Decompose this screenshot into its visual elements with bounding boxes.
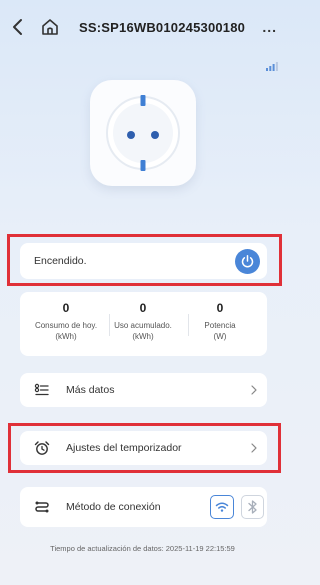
power-status-label: Encendido. [34, 255, 87, 267]
stat-value: 0 [216, 301, 224, 315]
stat-power: 0 Potencia (W) [179, 301, 261, 342]
stat-unit: (kWh) [132, 332, 154, 341]
wifi-option-button[interactable] [210, 495, 234, 519]
more-data-label: Más datos [66, 384, 115, 396]
chevron-right-icon [251, 443, 257, 453]
connection-method-label: Método de conexión [66, 501, 161, 513]
stat-consumption-today: 0 Consumo de hoy. (kWh) [25, 301, 107, 342]
stat-unit: (W) [213, 332, 227, 341]
home-icon[interactable] [40, 17, 60, 37]
chevron-right-icon [251, 385, 257, 395]
list-icon [34, 383, 49, 396]
alarm-clock-icon [34, 441, 50, 455]
timer-settings-label: Ajustes del temporizador [66, 442, 182, 454]
power-toggle-button[interactable] [235, 249, 260, 274]
stat-accumulated-usage: 0 Uso acumulado. (kWh) [102, 301, 184, 342]
bluetooth-option-button[interactable] [241, 495, 264, 519]
stat-label-line: Uso acumulado. [114, 321, 172, 330]
stat-label: Uso acumulado. (kWh) [102, 320, 184, 342]
smart-plug-image [90, 80, 196, 186]
stat-value: 0 [139, 301, 147, 315]
bluetooth-icon [248, 500, 257, 514]
device-title: SS:SP16WB010245300180 [79, 20, 246, 35]
timer-settings-row[interactable]: Ajustes del temporizador [20, 431, 267, 465]
more-options-button[interactable]: ... [262, 19, 277, 35]
energy-stats-card: 0 Consumo de hoy. (kWh) 0 Uso acumulado.… [20, 292, 267, 356]
wifi-icon [215, 502, 229, 512]
back-arrow-icon[interactable] [10, 16, 26, 38]
connection-icon [35, 501, 49, 513]
signal-strength-icon [266, 62, 278, 71]
stat-label: Consumo de hoy. (kWh) [25, 320, 107, 342]
stat-value: 0 [62, 301, 70, 315]
top-bar: SS:SP16WB010245300180 ... [0, 0, 285, 60]
power-card: Encendido. [20, 243, 267, 279]
stat-unit: (kWh) [55, 332, 77, 341]
stat-label: Potencia (W) [179, 320, 261, 342]
stat-label-line: Potencia [204, 321, 236, 330]
data-update-time: Tiempo de actualización de datos: 2025-1… [50, 544, 235, 553]
more-data-row[interactable]: Más datos [20, 373, 267, 407]
power-socket-icon [106, 95, 180, 171]
stat-label-line: Consumo de hoy. [34, 321, 98, 330]
connection-method-card: Método de conexión [20, 487, 267, 527]
power-icon [241, 255, 254, 268]
